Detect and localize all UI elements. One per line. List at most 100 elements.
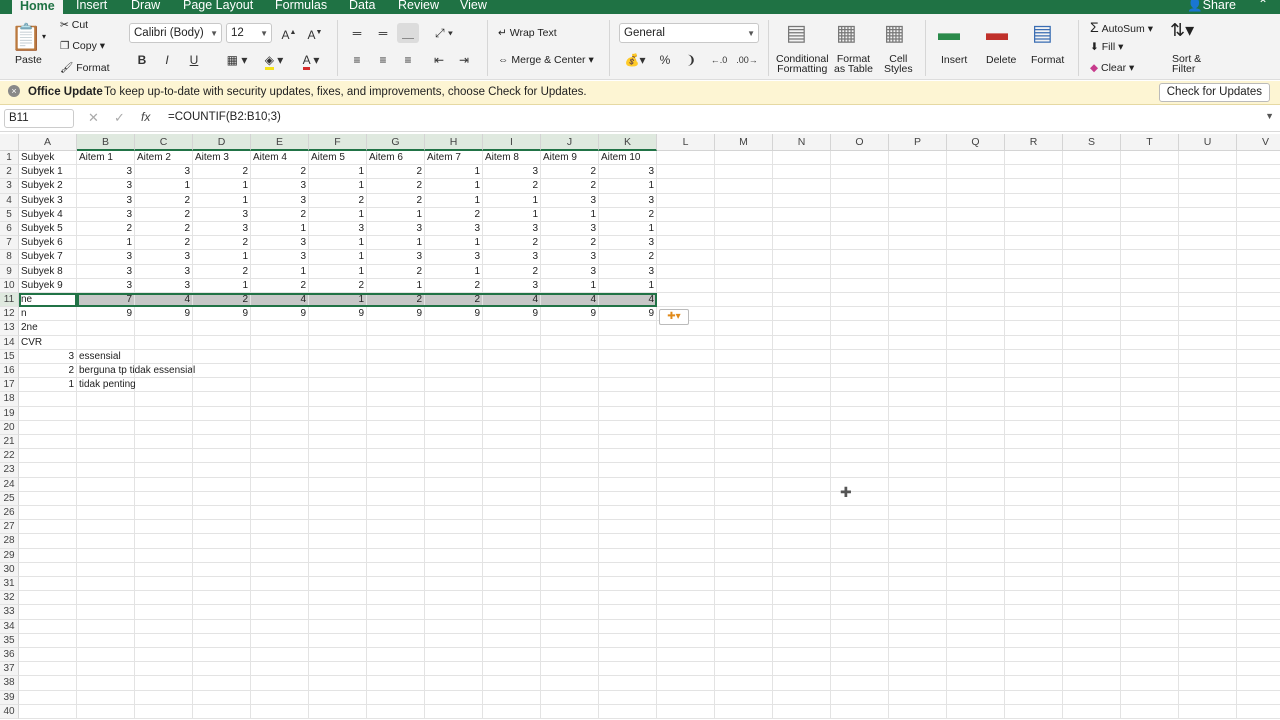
cell-B15[interactable]: essensial (77, 349, 135, 364)
cell-J34[interactable] (541, 619, 599, 634)
cell-F8[interactable]: 1 (309, 250, 367, 265)
autofill-options-icon[interactable]: ✚▾ (659, 309, 689, 326)
row-header-4[interactable]: 4 (0, 193, 19, 208)
cell-A6[interactable]: Subyek 5 (19, 222, 77, 237)
cell-U31[interactable] (1179, 577, 1237, 592)
cell-F17[interactable] (309, 378, 367, 393)
row-header-27[interactable]: 27 (0, 520, 19, 535)
cell-U23[interactable] (1179, 463, 1237, 478)
cell-E8[interactable]: 3 (251, 250, 309, 265)
cell-K2[interactable]: 3 (599, 165, 657, 180)
cell-K20[interactable] (599, 420, 657, 435)
cell-O9[interactable] (831, 264, 889, 279)
cell-E26[interactable] (251, 506, 309, 521)
cell-T22[interactable] (1121, 449, 1179, 464)
align-top-icon[interactable]: ═ (346, 23, 368, 43)
cell-I13[interactable] (483, 321, 541, 336)
cell-O27[interactable] (831, 520, 889, 535)
cell-R15[interactable] (1005, 349, 1063, 364)
cell-P37[interactable] (889, 662, 947, 677)
cell-A5[interactable]: Subyek 4 (19, 207, 77, 222)
cell-V39[interactable] (1237, 691, 1280, 705)
cell-J27[interactable] (541, 520, 599, 535)
cell-K39[interactable] (599, 690, 657, 705)
cell-N9[interactable] (773, 264, 831, 279)
cell-U22[interactable] (1179, 449, 1237, 464)
cell-G30[interactable] (367, 562, 425, 577)
cell-V2[interactable] (1237, 165, 1280, 180)
cell-H17[interactable] (425, 378, 483, 393)
cell-O1[interactable] (831, 151, 889, 166)
cell-B31[interactable] (77, 577, 135, 592)
cell-T38[interactable] (1121, 676, 1179, 691)
cell-O5[interactable] (831, 207, 889, 222)
cell-G37[interactable] (367, 662, 425, 677)
cell-V18[interactable] (1237, 392, 1280, 407)
cell-K19[interactable] (599, 406, 657, 421)
cell-B38[interactable] (77, 676, 135, 691)
cell-D21[interactable] (193, 435, 251, 450)
cell-G15[interactable] (367, 349, 425, 364)
cell-P10[interactable] (889, 278, 947, 293)
cell-A32[interactable] (19, 591, 77, 606)
cell-P25[interactable] (889, 491, 947, 506)
cell-Q6[interactable] (947, 222, 1005, 237)
cell-C6[interactable]: 2 (135, 222, 193, 237)
cell-S31[interactable] (1063, 577, 1121, 592)
row-header-24[interactable]: 24 (0, 477, 19, 492)
cell-L37[interactable] (657, 662, 715, 677)
cell-E6[interactable]: 1 (251, 222, 309, 237)
cell-I4[interactable]: 1 (483, 193, 541, 208)
cell-N36[interactable] (773, 648, 831, 663)
cell-M38[interactable] (715, 676, 773, 691)
cell-R38[interactable] (1005, 676, 1063, 691)
cell-V12[interactable] (1237, 307, 1280, 322)
cell-O23[interactable] (831, 463, 889, 478)
cell-M15[interactable] (715, 349, 773, 364)
cell-C22[interactable] (135, 449, 193, 464)
cell-J15[interactable] (541, 349, 599, 364)
cell-M19[interactable] (715, 406, 773, 421)
cell-N38[interactable] (773, 676, 831, 691)
italic-button[interactable]: I (156, 50, 178, 70)
column-header-A[interactable]: A (19, 134, 77, 151)
cell-V38[interactable] (1237, 676, 1280, 691)
cell-H37[interactable] (425, 662, 483, 677)
cell-J17[interactable] (541, 378, 599, 393)
cell-I36[interactable] (483, 648, 541, 663)
cell-G27[interactable] (367, 520, 425, 535)
cell-E7[interactable]: 3 (251, 236, 309, 251)
cell-C8[interactable]: 3 (135, 250, 193, 265)
collapse-ribbon-icon[interactable]: ⌃ (1258, 0, 1268, 11)
cell-O30[interactable] (831, 562, 889, 577)
row-header-16[interactable]: 16 (0, 364, 19, 379)
cell-U39[interactable] (1179, 690, 1237, 705)
cell-D1[interactable]: Aitem 3 (193, 151, 251, 166)
cell-A22[interactable] (19, 449, 77, 464)
row-header-30[interactable]: 30 (0, 562, 19, 577)
cell-V11[interactable] (1237, 293, 1280, 308)
cell-T2[interactable] (1121, 165, 1179, 180)
cell-styles-button[interactable]: Cell Styles (884, 54, 913, 75)
cell-M10[interactable] (715, 278, 773, 293)
cell-R11[interactable] (1005, 293, 1063, 308)
cell-C25[interactable] (135, 491, 193, 506)
row-header-22[interactable]: 22 (0, 449, 19, 464)
cell-F34[interactable] (309, 619, 367, 634)
cell-U15[interactable] (1179, 349, 1237, 364)
spreadsheet-grid[interactable]: A B C D E F G H I J K L M N O P Q R S T U V 1 Subyek Aitem 1 Aite… (0, 134, 1280, 720)
cell-V24[interactable] (1237, 478, 1280, 492)
cell-O22[interactable] (831, 449, 889, 464)
cell-R37[interactable] (1005, 662, 1063, 677)
delete-button[interactable]: Delete (986, 54, 1016, 66)
cell-E40[interactable] (251, 704, 309, 719)
comma-style-icon[interactable]: ❩ (680, 50, 702, 70)
cell-M5[interactable] (715, 207, 773, 222)
cell-J33[interactable] (541, 605, 599, 620)
cell-J23[interactable] (541, 463, 599, 478)
cell-R32[interactable] (1005, 591, 1063, 606)
cell-E20[interactable] (251, 420, 309, 435)
cell-U34[interactable] (1179, 619, 1237, 634)
row-header-8[interactable]: 8 (0, 250, 19, 265)
cell-R33[interactable] (1005, 605, 1063, 620)
